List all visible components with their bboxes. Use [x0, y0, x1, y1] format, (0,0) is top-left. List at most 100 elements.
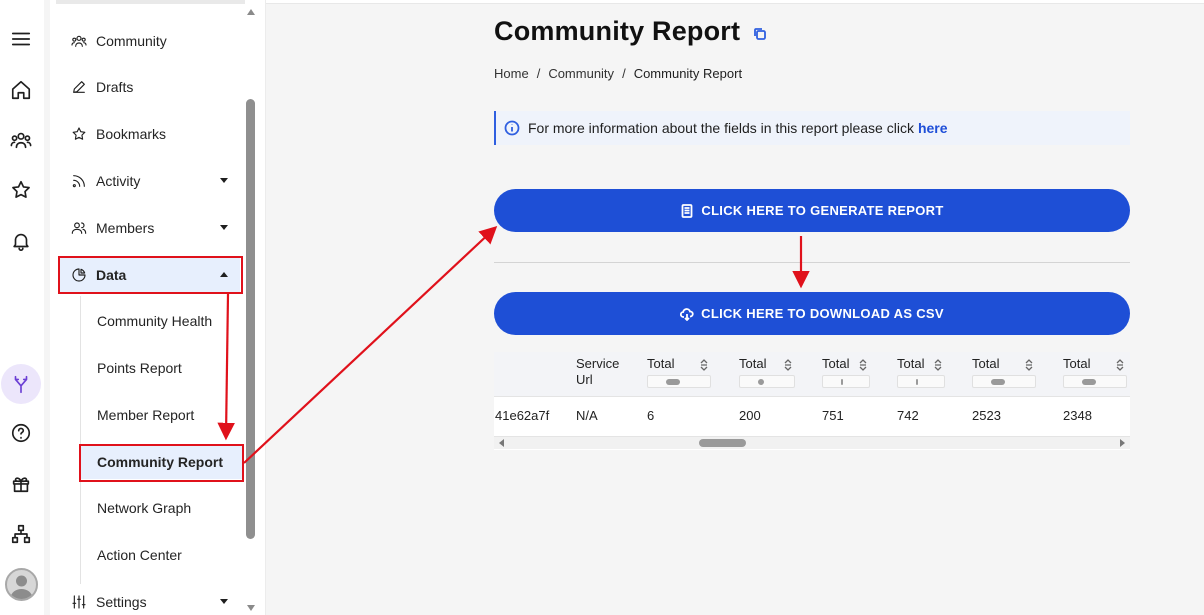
sidebar-item-label: Members	[96, 220, 155, 236]
sidebar-item-drafts[interactable]: Drafts	[60, 70, 240, 104]
info-banner: For more information about the fields in…	[494, 111, 1130, 145]
icon-rail	[0, 0, 44, 615]
table-cell-total-4: 742	[897, 408, 919, 423]
column-header-service-url[interactable]: Service Url	[576, 356, 619, 388]
table-cell-total-3: 751	[822, 408, 844, 423]
info-text: For more information about the fields in…	[528, 120, 914, 136]
gift-icon[interactable]	[3, 465, 39, 501]
header-scrollbar[interactable]	[1063, 375, 1127, 388]
header-scrollbar[interactable]	[972, 375, 1036, 388]
download-csv-button[interactable]: CLICK HERE TO DOWNLOAD AS CSV	[494, 292, 1130, 335]
members-icon	[70, 219, 88, 237]
column-header-total-3[interactable]: Total	[822, 356, 870, 388]
arrow-report-to-generate	[243, 225, 498, 464]
header-scroll-thumb[interactable]	[916, 379, 918, 385]
side-navigation: Community Drafts Bookmarks Activity Memb…	[50, 0, 266, 615]
header-scroll-thumb[interactable]	[666, 379, 680, 385]
breadcrumb-community[interactable]: Community	[548, 66, 614, 81]
caret-down-icon[interactable]	[220, 225, 228, 230]
column-header-total-4[interactable]: Total	[897, 356, 945, 388]
breadcrumb: Home / Community / Community Report	[494, 66, 742, 81]
sidebar-subitem-network-graph[interactable]: Network Graph	[80, 491, 230, 525]
column-header-total-6[interactable]: Total	[1063, 356, 1127, 388]
header-scrollbar[interactable]	[897, 375, 945, 388]
info-icon	[504, 120, 520, 136]
table-cell-total-1: 6	[647, 408, 655, 423]
sort-icon[interactable]	[858, 358, 868, 372]
star-icon[interactable]	[3, 172, 39, 208]
info-link[interactable]: here	[918, 120, 948, 136]
sidebar-subitem-label: Points Report	[97, 360, 182, 376]
help-icon[interactable]	[3, 415, 39, 451]
home-icon[interactable]	[3, 72, 39, 108]
merge-icon[interactable]	[1, 364, 41, 404]
sidebar-item-label: Settings	[96, 594, 147, 610]
sidebar-subitem-action-center[interactable]: Action Center	[80, 538, 230, 572]
avatar[interactable]	[5, 568, 38, 601]
column-header-label-line2: Url	[576, 372, 593, 387]
sidebar-subitem-community-health[interactable]: Community Health	[80, 304, 230, 338]
table-cell-total-6: 2348	[1063, 408, 1092, 423]
table-scroll-thumb[interactable]	[699, 439, 746, 447]
sidebar-item-activity[interactable]: Activity	[60, 164, 240, 198]
column-header-total-1[interactable]: Total	[647, 356, 711, 388]
sidebar-item-label: Drafts	[96, 79, 134, 95]
sort-icon[interactable]	[783, 358, 793, 372]
scroll-right-arrow-icon[interactable]	[1120, 439, 1125, 447]
generate-report-button[interactable]: CLICK HERE TO GENERATE REPORT	[494, 189, 1130, 232]
scroll-up-arrow-icon[interactable]	[247, 9, 255, 15]
breadcrumb-separator: /	[622, 66, 626, 81]
sitemap-icon[interactable]	[3, 516, 39, 552]
rss-icon	[70, 172, 88, 190]
community-icon[interactable]	[3, 122, 39, 158]
menu-icon[interactable]	[3, 21, 39, 57]
bell-icon[interactable]	[3, 223, 39, 259]
highlight-box-community-report	[79, 444, 244, 482]
sidebar-item-label: Bookmarks	[96, 126, 167, 142]
star-icon	[70, 125, 88, 143]
table-cell-total-2: 200	[739, 408, 761, 423]
header-scrollbar[interactable]	[739, 375, 795, 388]
header-scroll-thumb[interactable]	[1082, 379, 1096, 385]
download-csv-label: CLICK HERE TO DOWNLOAD AS CSV	[701, 306, 944, 321]
column-header-label: Service	[576, 356, 620, 371]
scroll-down-arrow-icon[interactable]	[247, 605, 255, 611]
table-cell-id: 41e62a7f	[495, 408, 550, 423]
sort-icon[interactable]	[933, 358, 943, 372]
header-scroll-thumb[interactable]	[991, 379, 1005, 385]
sidebar-item-label: Activity	[96, 173, 141, 189]
sidebar-scroll-thumb[interactable]	[246, 99, 255, 539]
divider	[494, 262, 1130, 263]
sidebar-item-settings[interactable]: Settings	[60, 585, 240, 615]
sidebar-subitem-member-report[interactable]: Member Report	[80, 398, 230, 432]
sidebar-item-label: Community	[96, 33, 167, 49]
sidebar-top-edge	[56, 0, 245, 4]
sidebar-subitem-label: Member Report	[97, 407, 195, 423]
column-header-total-2[interactable]: Total	[739, 356, 795, 388]
sidebar-subitem-points-report[interactable]: Points Report	[80, 351, 230, 385]
report-icon	[680, 203, 694, 218]
sort-icon[interactable]	[1024, 358, 1034, 372]
sort-icon[interactable]	[699, 358, 709, 372]
sidebar-subitem-label: Community Health	[97, 313, 213, 329]
scroll-left-arrow-icon[interactable]	[499, 439, 504, 447]
column-header-total-5[interactable]: Total	[972, 356, 1036, 388]
sidebar-scrollbar[interactable]	[245, 4, 257, 615]
header-scroll-thumb[interactable]	[841, 379, 843, 385]
table-horizontal-scrollbar[interactable]	[494, 436, 1130, 449]
generate-report-label: CLICK HERE TO GENERATE REPORT	[701, 203, 944, 218]
header-scroll-thumb[interactable]	[758, 379, 764, 385]
report-table: Service Url Total Total Total Total Tota…	[494, 352, 1130, 450]
table-cell-service-url: N/A	[576, 408, 598, 423]
sort-icon[interactable]	[1115, 358, 1125, 372]
breadcrumb-home[interactable]: Home	[494, 66, 529, 81]
copy-icon[interactable]	[752, 26, 768, 42]
caret-down-icon[interactable]	[220, 599, 228, 604]
caret-down-icon[interactable]	[220, 178, 228, 183]
sidebar-item-community[interactable]: Community	[60, 24, 240, 58]
pencil-icon	[70, 78, 88, 96]
sidebar-item-bookmarks[interactable]: Bookmarks	[60, 117, 240, 151]
header-scrollbar[interactable]	[822, 375, 870, 388]
header-scrollbar[interactable]	[647, 375, 711, 388]
sidebar-item-members[interactable]: Members	[60, 211, 240, 245]
